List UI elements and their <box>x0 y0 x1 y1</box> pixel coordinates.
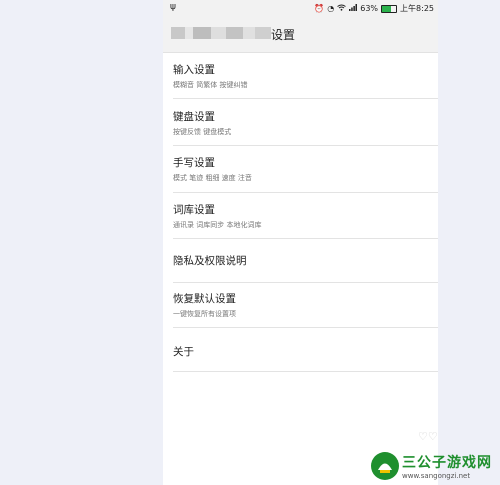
settings-item-dictionary[interactable]: 词库设置 通讯录 词库同步 本地化词库 <box>173 193 438 239</box>
usb-icon: ψ <box>170 2 176 12</box>
clock-time: 上午8:25 <box>400 4 434 13</box>
settings-item-desc: 通讯录 词库同步 本地化词库 <box>173 221 262 229</box>
settings-item-label: 词库设置 <box>173 204 215 216</box>
signal-icon <box>349 4 358 13</box>
settings-item-desc: 模糊音 简繁体 按键纠错 <box>173 81 248 89</box>
battery-percent: 63% <box>360 4 379 13</box>
settings-item-about[interactable]: 关于 <box>173 328 438 372</box>
status-icons: ⏰ ◔ 63% 上午8:25 <box>314 3 434 14</box>
settings-item-label: 隐私及权限说明 <box>173 255 247 267</box>
phone-screen: ψ ⏰ ◔ 63% 上午8:25 设置 输入设置 模糊音 简繁体 按键纠错 键盘… <box>163 0 438 485</box>
settings-item-restore-defaults[interactable]: 恢复默认设置 一键恢复所有设置项 <box>173 283 438 328</box>
settings-item-privacy[interactable]: 隐私及权限说明 <box>173 239 438 283</box>
title-bar: 设置 <box>163 16 438 53</box>
settings-item-handwriting[interactable]: 手写设置 模式 笔迹 粗细 速度 注音 <box>173 146 438 193</box>
settings-item-desc: 一键恢复所有设置项 <box>173 310 236 318</box>
alarm-icon: ⏰ <box>314 4 325 13</box>
settings-item-keyboard[interactable]: 键盘设置 按键反馈 键盘模式 <box>173 99 438 146</box>
blurred-app-name <box>171 27 271 39</box>
settings-item-label: 恢复默认设置 <box>173 293 236 305</box>
settings-item-desc: 模式 笔迹 粗细 速度 注音 <box>173 174 252 182</box>
settings-item-input[interactable]: 输入设置 模糊音 简繁体 按键纠错 <box>173 52 438 99</box>
battery-icon <box>381 4 398 13</box>
wifi-icon <box>337 4 347 13</box>
settings-item-desc: 按键反馈 键盘模式 <box>173 128 232 136</box>
clock-icon: ◔ <box>327 4 335 13</box>
page-title: 设置 <box>271 28 296 42</box>
settings-item-label: 键盘设置 <box>173 111 215 123</box>
settings-item-label: 手写设置 <box>173 157 215 169</box>
settings-item-label: 输入设置 <box>173 64 215 76</box>
settings-item-label: 关于 <box>173 346 194 358</box>
status-bar: ψ ⏰ ◔ 63% 上午8:25 <box>163 0 438 16</box>
